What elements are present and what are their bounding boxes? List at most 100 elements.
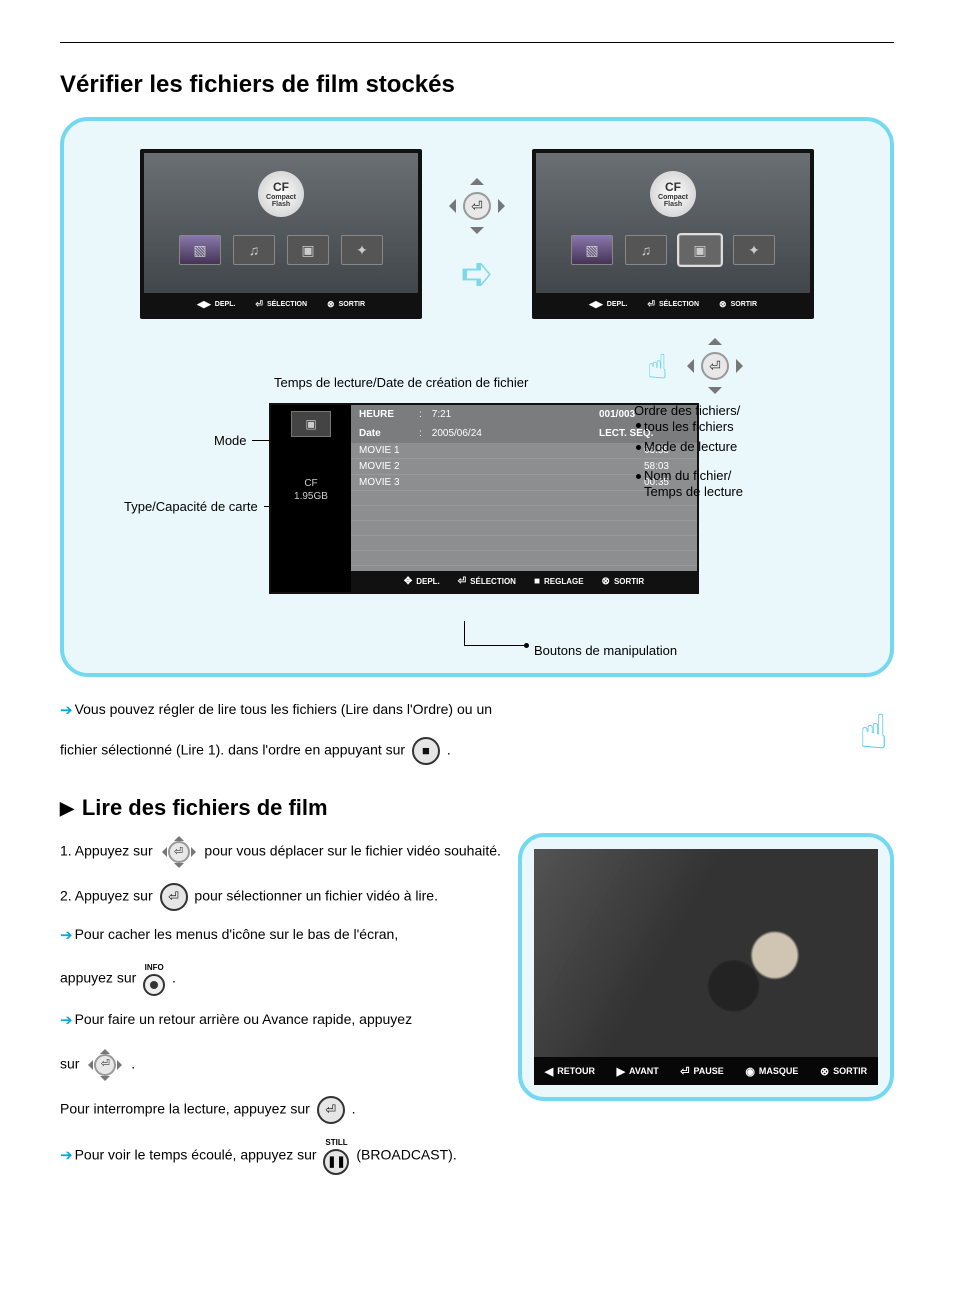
video-frame: ◀RETOUR ▶AVANT ⏎PAUSE ◉MASQUE ⊗SORTIR (534, 849, 878, 1085)
tv-footer: ◀▶DEPL. ⏎SÉLECTION ⊗SORTIR (536, 293, 810, 315)
footer-depl: DEPL. (215, 301, 236, 308)
cf-badge: CF Compact Flash (650, 171, 696, 217)
music-icon: ♫ (233, 235, 275, 265)
video-control-bar: ◀RETOUR ▶AVANT ⏎PAUSE ◉MASQUE ⊗SORTIR (534, 1057, 878, 1085)
illustration-panel: CF Compact Flash ▧ ♫ ▣ ✦ ◀▶DEPL. ⏎SÉLECT… (60, 117, 894, 677)
info-label: INFO (145, 961, 164, 975)
still-button-icon: STILL ❚❚ (323, 1136, 349, 1176)
file-name: MOVIE 2 (359, 461, 519, 472)
step-5: Pour interrompre la lecture, appuyez sur… (60, 1096, 502, 1124)
media-icon-row: ▧ ♫ ▣ ✦ (536, 235, 810, 265)
vb-avant: AVANT (629, 1066, 659, 1076)
s1a: 1. Appuyez sur (60, 843, 153, 859)
exit-icon: ⊗ (719, 299, 727, 310)
label-order2: tous les fichiers (644, 419, 734, 434)
file-name: MOVIE 3 (359, 477, 519, 488)
music-icon: ♫ (625, 235, 667, 265)
cf-label: CF (273, 180, 289, 194)
nav-pad-icon: ⏎ (442, 171, 512, 241)
settings-icon: ✦ (341, 235, 383, 265)
label-card: Type/Capacité de carte (124, 499, 258, 514)
still-label: STILL (325, 1136, 347, 1150)
s6b: (BROADCAST). (356, 1146, 456, 1162)
cf-sub2: Flash (272, 201, 290, 208)
leader-dot (524, 643, 529, 648)
exit-icon: ⊗ (327, 299, 335, 310)
footer-sortir: SORTIR (339, 301, 365, 308)
leader-line (464, 645, 528, 646)
footer-selection: SÉLECTION (659, 301, 699, 308)
leader-line (252, 440, 282, 441)
step-4b: sur ⏎ . (60, 1046, 502, 1084)
top-rule (60, 42, 894, 43)
vb-sortir: SORTIR (833, 1066, 867, 1076)
s3a: Pour cacher les menus d'icône sur le bas… (75, 926, 399, 942)
mode-icon: ▣ (291, 411, 331, 437)
browser-footer: ✥DEPL. ⏎SÉLECTION ■REGLAGE ⊗SORTIR (351, 571, 697, 592)
step-6: ➔Pour voir le temps écoulé, appuyez sur … (60, 1136, 502, 1176)
foot-selection: SÉLECTION (470, 577, 516, 586)
file-name: MOVIE 1 (359, 445, 519, 456)
nav-pad-icon: ⏎ (85, 1046, 125, 1084)
leader-dot (636, 445, 641, 450)
s5: Pour interrompre la lecture, appuyez sur (60, 1100, 310, 1116)
card-type: CF (294, 477, 328, 490)
s2b: pour sélectionner un fichier vidéo à lir… (194, 888, 438, 904)
tv-screen-left: CF Compact Flash ▧ ♫ ▣ ✦ ◀▶DEPL. ⏎SÉLECT… (140, 149, 422, 319)
enter-icon: ⏎ (458, 576, 466, 587)
footer-selection: SÉLECTION (267, 301, 307, 308)
s1b: pour vous déplacer sur le fichier vidéo … (204, 843, 501, 859)
label-filename2: Temps de lecture (644, 484, 743, 499)
s3b: appuyez sur (60, 969, 136, 985)
hand-down-icon: ☞ (836, 709, 908, 752)
step-3: ➔Pour cacher les menus d'icône sur le ba… (60, 923, 502, 949)
label-buttons: Boutons de manipulation (534, 643, 677, 658)
section-title: ▶ Lire des fichiers de film (60, 795, 894, 821)
forward-icon: ▶ (617, 1065, 625, 1078)
media-icon-row: ▧ ♫ ▣ ✦ (144, 235, 418, 265)
enter-button-icon: ⏎ (317, 1096, 345, 1124)
arrow-bullet-icon: ➔ (60, 1147, 73, 1164)
enter-icon: ⏎ (680, 1065, 689, 1078)
leader-line (264, 506, 294, 507)
cf-sub2: Flash (664, 201, 682, 208)
leader-line (464, 621, 465, 645)
stop-button-icon: ■ (412, 737, 440, 765)
triangle-icon: ▶ (60, 798, 74, 819)
vb-retour: RETOUR (557, 1066, 595, 1076)
foot-sortir: SORTIR (614, 577, 644, 586)
step-4: ➔Pour faire un retour arrière ou Avance … (60, 1008, 502, 1034)
exit-icon: ⊗ (602, 576, 610, 587)
para1b: fichier sélectionné (Lire 1). dans l'ord… (60, 741, 405, 757)
settings-icon: ✦ (733, 235, 775, 265)
enter-button-icon: ⏎ (160, 883, 188, 911)
foot-depl: DEPL. (416, 577, 440, 586)
step-2: 2. Appuyez sur ⏎ pour sélectionner un fi… (60, 883, 502, 911)
tv-screen-right: CF Compact Flash ▧ ♫ ▣ ✦ ◀▶DEPL. ⏎SÉLECT… (532, 149, 814, 319)
heure-label: HEURE (359, 409, 409, 420)
s2a: 2. Appuyez sur (60, 888, 153, 904)
s4a: Pour faire un retour arrière ou Avance r… (75, 1011, 413, 1027)
empty-rows (351, 491, 697, 571)
nav-pad-icon: ⏎ (680, 331, 750, 401)
date-label: Date (359, 428, 409, 439)
label-mode: Mode (214, 433, 247, 448)
subtitle-text: Lire des fichiers de film (82, 795, 328, 821)
cf-label: CF (665, 180, 681, 194)
step-1: 1. Appuyez sur ⏎ pour vous déplacer sur … (60, 833, 502, 871)
photo-icon: ▧ (571, 235, 613, 265)
date-value: 2005/06/24 (432, 428, 589, 439)
move-icon: ✥ (404, 576, 412, 587)
label-playmode: Mode de lecture (644, 439, 737, 454)
enter-icon: ⏎ (255, 299, 263, 310)
arrow-bullet-icon: ➔ (60, 927, 73, 944)
movie-icon-selected: ▣ (679, 235, 721, 265)
leader-dot (636, 423, 641, 428)
video-panel: ◀RETOUR ▶AVANT ⏎PAUSE ◉MASQUE ⊗SORTIR (518, 833, 894, 1101)
footer-depl: DEPL. (607, 301, 628, 308)
arrow-bullet-icon: ➔ (60, 702, 73, 719)
footer-sortir: SORTIR (731, 301, 757, 308)
info-icon: ◉ (745, 1065, 755, 1078)
photo-icon: ▧ (179, 235, 221, 265)
tv-footer: ◀▶DEPL. ⏎SÉLECTION ⊗SORTIR (144, 293, 418, 315)
